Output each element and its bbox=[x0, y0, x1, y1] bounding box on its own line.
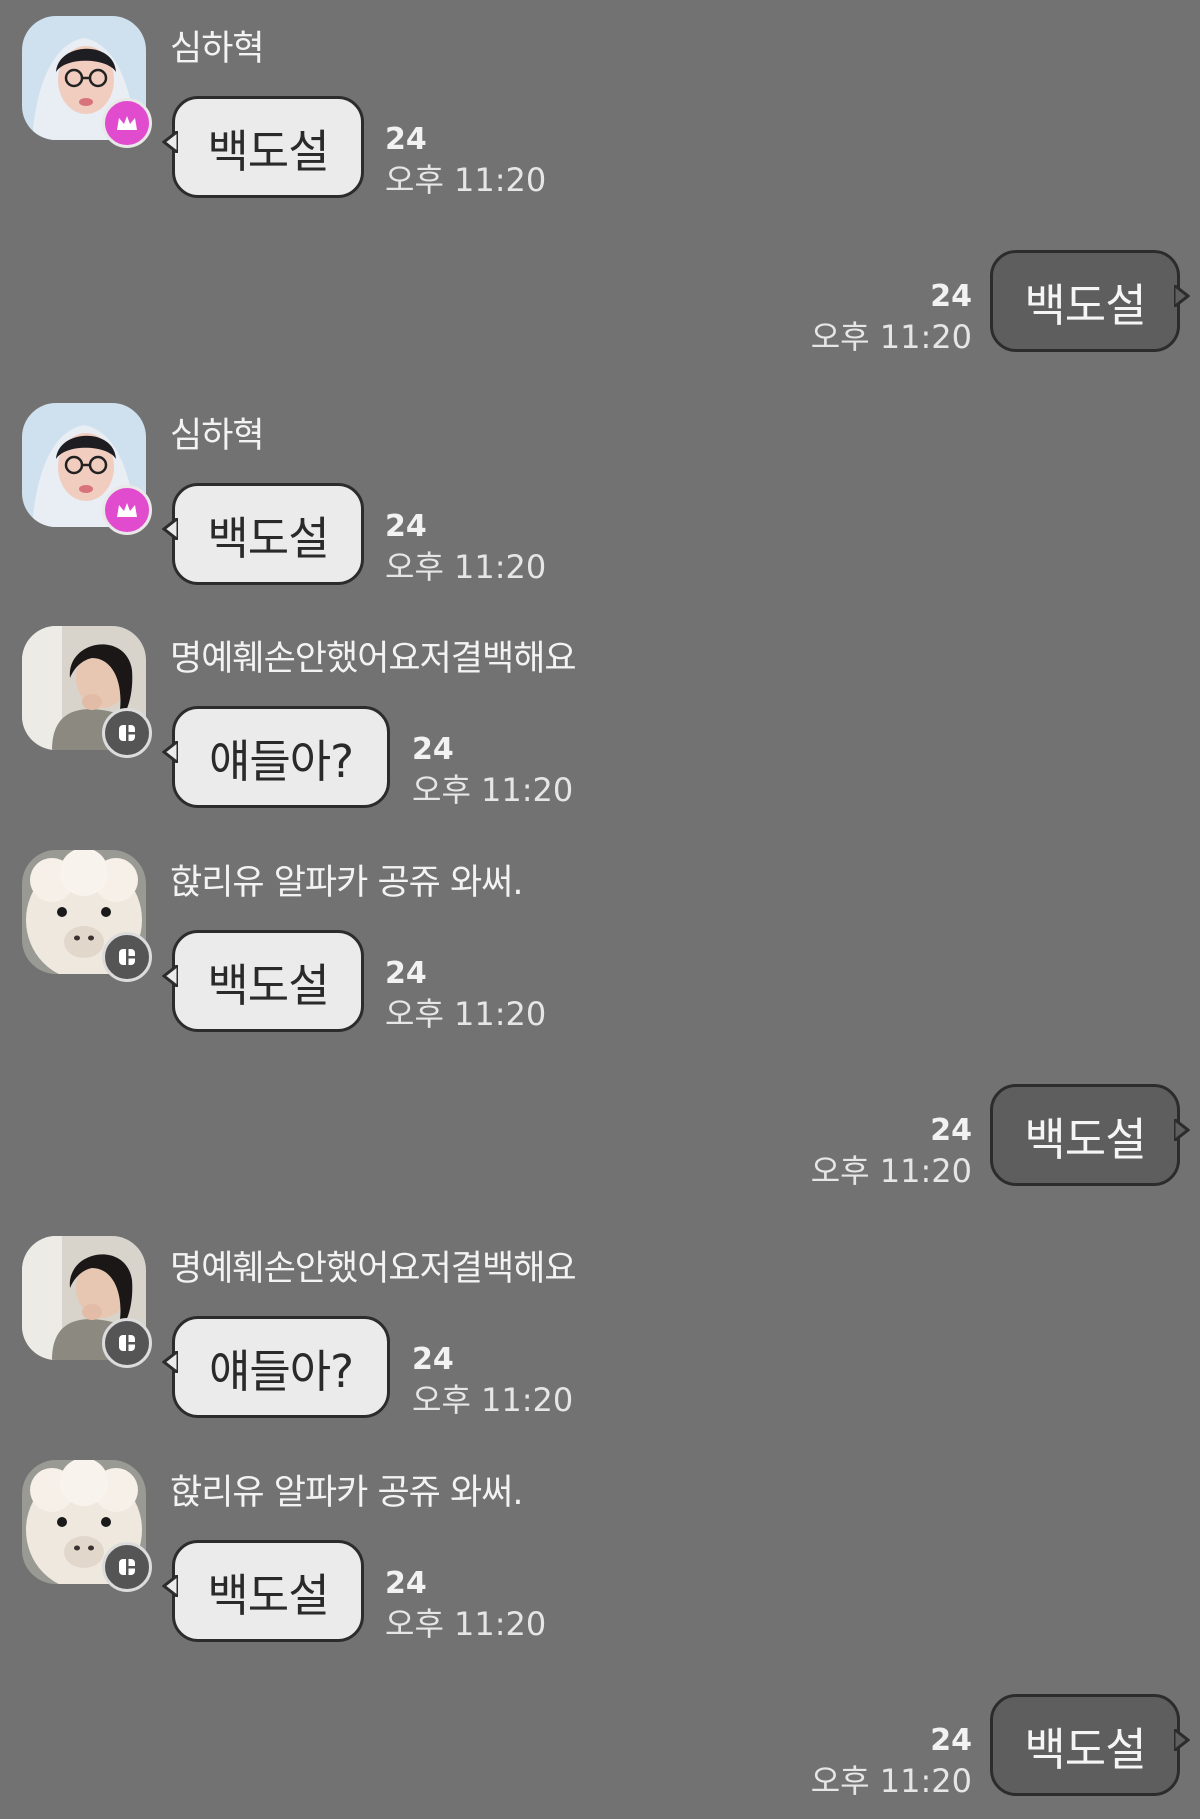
message-meta: 24 오후 11:20 bbox=[385, 1565, 546, 1645]
unread-count: 24 bbox=[930, 1113, 972, 1148]
bot-badge bbox=[102, 932, 152, 982]
message-bubble[interactable]: 얘들아? bbox=[162, 706, 390, 808]
message-text: 백도설 bbox=[1024, 278, 1146, 332]
bot-badge bbox=[102, 708, 152, 758]
bot-icon bbox=[119, 1559, 135, 1575]
unread-count: 24 bbox=[385, 509, 427, 544]
bot-badge bbox=[102, 1318, 152, 1368]
message-meta: 24 오후 11:20 bbox=[811, 278, 972, 358]
message-bubble[interactable]: 백도설 bbox=[990, 1694, 1190, 1796]
bubble-tail bbox=[162, 1575, 178, 1597]
message-time: 오후 11:20 bbox=[810, 318, 972, 356]
bubble-tail bbox=[162, 1351, 178, 1373]
message-meta: 24 오후 11:20 bbox=[811, 1722, 972, 1802]
crown-icon bbox=[117, 503, 137, 517]
bot-badge bbox=[102, 1542, 152, 1592]
message-bubble[interactable]: 백도설 bbox=[162, 96, 364, 198]
message-meta: 24 오후 11:20 bbox=[385, 955, 546, 1035]
message-time: 오후 11:20 bbox=[385, 161, 547, 199]
message-bubble[interactable]: 백도설 bbox=[990, 250, 1190, 352]
sender-name: 심하혁 bbox=[170, 29, 265, 69]
message-text: 백도설 bbox=[207, 1568, 329, 1622]
message-time: 오후 11:20 bbox=[385, 1605, 547, 1643]
sender-name: 심하혁 bbox=[170, 416, 265, 456]
bubble-tail bbox=[1174, 1729, 1190, 1751]
sender-name: 핝리유 알파카 공쥬 와써. bbox=[170, 863, 524, 903]
message-bubble[interactable]: 얘들아? bbox=[162, 1316, 390, 1418]
message-time: 오후 11:20 bbox=[385, 548, 547, 586]
message-bubble[interactable]: 백도설 bbox=[162, 1540, 364, 1642]
message-time: 오후 11:20 bbox=[412, 1381, 574, 1419]
sender-name: 명예훼손안했어요저결백해요 bbox=[170, 639, 577, 679]
unread-count: 24 bbox=[412, 732, 454, 767]
message-bubble[interactable]: 백도설 bbox=[990, 1084, 1190, 1186]
unread-count: 24 bbox=[385, 1566, 427, 1601]
message-meta: 24 오후 11:20 bbox=[811, 1112, 972, 1192]
unread-count: 24 bbox=[385, 122, 427, 157]
unread-count: 24 bbox=[412, 1342, 454, 1377]
message-time: 오후 11:20 bbox=[810, 1152, 972, 1190]
message-bubble[interactable]: 백도설 bbox=[162, 930, 364, 1032]
message-meta: 24 오후 11:20 bbox=[412, 731, 573, 811]
bot-icon bbox=[119, 1335, 135, 1351]
bubble-tail bbox=[1174, 285, 1190, 307]
bubble-tail bbox=[162, 741, 178, 763]
message-time: 오후 11:20 bbox=[412, 771, 574, 809]
unread-count: 24 bbox=[930, 279, 972, 314]
bot-icon bbox=[119, 949, 135, 965]
crown-badge bbox=[102, 98, 152, 148]
unread-count: 24 bbox=[385, 956, 427, 991]
message-bubble[interactable]: 백도설 bbox=[162, 483, 364, 585]
message-time: 오후 11:20 bbox=[385, 995, 547, 1033]
crown-badge bbox=[102, 485, 152, 535]
message-time: 오후 11:20 bbox=[810, 1762, 972, 1800]
bubble-tail bbox=[162, 131, 178, 153]
sender-name: 명예훼손안했어요저결백해요 bbox=[170, 1249, 577, 1289]
message-text: 백도설 bbox=[207, 124, 329, 178]
message-text: 백도설 bbox=[1024, 1112, 1146, 1166]
message-meta: 24 오후 11:20 bbox=[385, 508, 546, 588]
sender-name: 핝리유 알파카 공쥬 와써. bbox=[170, 1473, 524, 1513]
unread-count: 24 bbox=[930, 1723, 972, 1758]
message-text: 백도설 bbox=[207, 958, 329, 1012]
message-text: 얘들아? bbox=[208, 734, 354, 788]
message-text: 백도설 bbox=[207, 511, 329, 565]
bot-icon bbox=[119, 725, 135, 741]
bubble-tail bbox=[162, 965, 178, 987]
bubble-tail bbox=[162, 518, 178, 540]
bubble-tail bbox=[1174, 1119, 1190, 1141]
message-text: 얘들아? bbox=[208, 1344, 354, 1398]
message-text: 백도설 bbox=[1024, 1722, 1146, 1776]
message-meta: 24 오후 11:20 bbox=[412, 1341, 573, 1421]
crown-icon bbox=[117, 116, 137, 130]
message-meta: 24 오후 11:20 bbox=[385, 121, 546, 201]
